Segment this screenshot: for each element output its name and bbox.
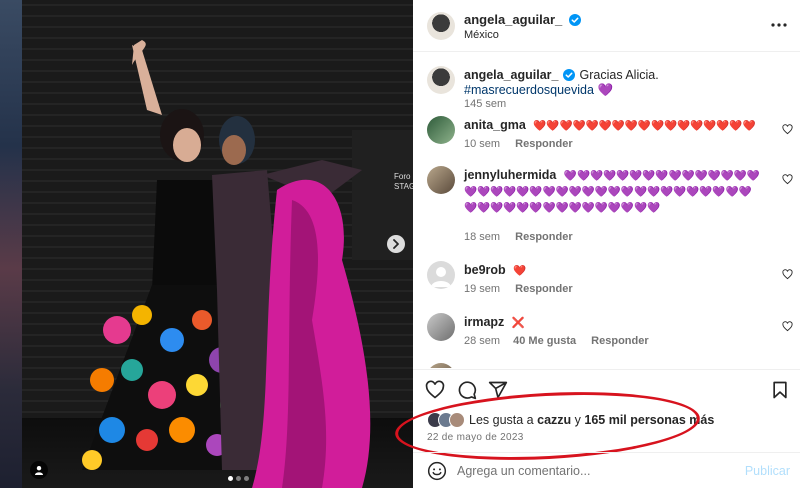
comment-text: ❤️❤️❤️❤️❤️❤️❤️❤️❤️❤️❤️❤️❤️❤️❤️❤️❤️: [533, 120, 756, 132]
comment-input[interactable]: [457, 462, 727, 480]
caption-meta: 145 sem: [464, 98, 506, 110]
avatar[interactable]: [427, 116, 455, 144]
comment-time[interactable]: 10 sem: [464, 138, 500, 150]
comment-like-count[interactable]: 40 Me gusta: [513, 335, 576, 347]
comment-composer: Publicar: [413, 452, 800, 488]
avatar[interactable]: [427, 12, 455, 40]
background-blur-strip: [0, 0, 22, 488]
post-author[interactable]: angela_aguilar_: [464, 12, 581, 27]
comments-list[interactable]: angela_aguilar_ Gracias Alicia. #masrecue…: [413, 53, 800, 368]
avatar[interactable]: [427, 66, 455, 94]
carousel-dot: [228, 476, 233, 481]
chevron-right-icon: [393, 239, 399, 249]
comment-time[interactable]: 28 sem: [464, 335, 500, 347]
comment-time[interactable]: 19 sem: [464, 283, 500, 295]
emoji-icon[interactable]: [427, 461, 447, 481]
comment-username[interactable]: anita_gma: [464, 118, 526, 132]
comment-username[interactable]: be9rob: [464, 263, 506, 277]
heart-icon[interactable]: [782, 269, 793, 280]
reply-button[interactable]: Responder: [515, 283, 572, 295]
comment-body: anita_gma ❤️❤️❤️❤️❤️❤️❤️❤️❤️❤️❤️❤️❤️❤️❤️…: [464, 118, 770, 134]
post-photo[interactable]: Foro STAGE: [22, 0, 413, 488]
comment-body: be9rob ❤️: [464, 263, 770, 279]
caption-body: angela_aguilar_ Gracias Alicia. #masrecue…: [464, 68, 770, 98]
comment-icon[interactable]: [457, 380, 477, 400]
post-author-username[interactable]: angela_aguilar_: [464, 12, 562, 27]
user-tag-icon: [35, 466, 43, 475]
reply-button[interactable]: Responder: [515, 138, 572, 150]
post-location[interactable]: México: [464, 29, 499, 41]
comment-meta: 19 sem Responder: [464, 283, 573, 295]
verified-badge-icon: [562, 69, 575, 81]
caption-username[interactable]: angela_aguilar_: [464, 68, 559, 82]
avatar[interactable]: [427, 166, 455, 194]
verified-badge-icon: [568, 14, 581, 26]
comment-meta: 10 sem Responder: [464, 138, 573, 150]
more-options-icon[interactable]: [770, 16, 788, 34]
comment-username[interactable]: jennyluhermida: [464, 168, 556, 182]
post-header: angela_aguilar_ México: [413, 0, 800, 52]
caption-time[interactable]: 145 sem: [464, 98, 506, 110]
heart-icon[interactable]: [782, 321, 793, 332]
publish-button[interactable]: Publicar: [745, 464, 790, 478]
carousel-dots: [228, 476, 249, 481]
tagged-users-button[interactable]: [30, 461, 48, 479]
reply-button[interactable]: Responder: [591, 335, 648, 347]
caption-emoji: 💜: [597, 83, 614, 97]
avatar[interactable]: [427, 261, 455, 289]
caption-hashtag[interactable]: #masrecuerdosquevida: [464, 83, 594, 97]
avatar[interactable]: [427, 313, 455, 341]
heart-icon[interactable]: [425, 380, 445, 400]
carousel-dot: [244, 476, 249, 481]
comment-time[interactable]: 18 sem: [464, 231, 500, 243]
heart-icon[interactable]: [782, 174, 793, 185]
comment-text: ❤️: [513, 265, 527, 277]
comment-text: ❌: [511, 317, 525, 329]
comment-meta: 18 sem Responder: [464, 231, 573, 243]
comment-username[interactable]: irmapz: [464, 315, 504, 329]
reply-button[interactable]: Responder: [515, 231, 572, 243]
default-avatar-icon: [431, 267, 451, 287]
avatar[interactable]: [427, 363, 455, 368]
carousel-dot: [236, 476, 241, 481]
comment-body: jennyluhermida 💜💜💜💜💜💜💜💜💜💜💜💜💜💜💜💜💜💜💜💜💜💜💜💜💜…: [464, 168, 764, 216]
comment-meta: 28 sem 40 Me gusta Responder: [464, 335, 649, 347]
caption-text: Gracias Alicia.: [579, 68, 659, 82]
photo-figures: [82, 40, 371, 488]
heart-icon[interactable]: [782, 124, 793, 135]
next-photo-button[interactable]: [387, 235, 405, 253]
comment-body: irmapz ❌: [464, 315, 770, 331]
post-side-panel: angela_aguilar_ México angela_aguilar_ Gr…: [393, 0, 800, 488]
save-icon[interactable]: [770, 380, 790, 400]
